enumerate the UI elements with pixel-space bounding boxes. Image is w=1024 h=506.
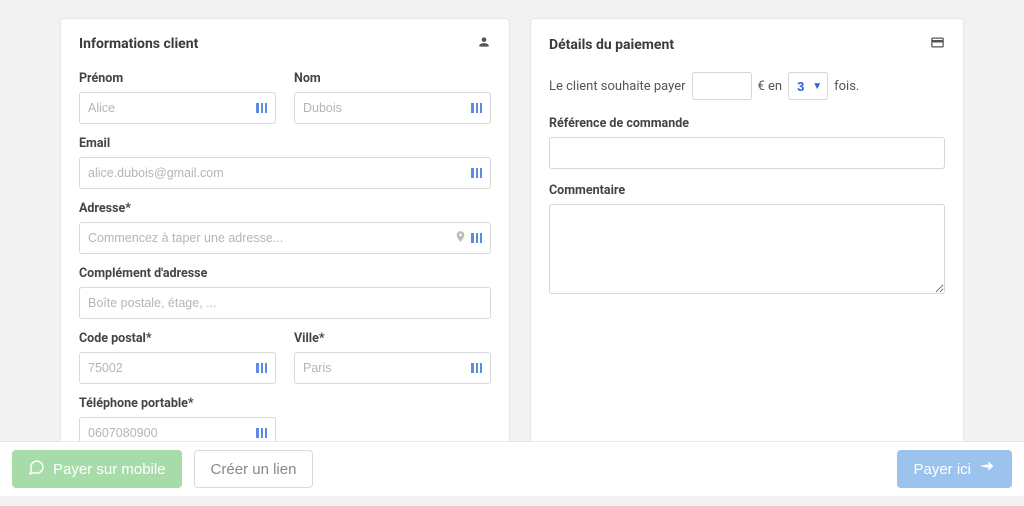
address-input[interactable] [79,222,491,254]
address2-input[interactable] [79,287,491,319]
email-input[interactable] [79,157,491,189]
user-icon [477,35,491,53]
city-input[interactable] [294,352,491,384]
share-arrow-icon [979,459,996,480]
firstname-label: Prénom [79,71,276,86]
comment-textarea[interactable] [549,204,945,294]
payment-card-header: Détails du paiement [549,35,945,54]
pay-here-button[interactable]: Payer ici [897,450,1012,488]
postcode-input[interactable] [79,352,276,384]
pay-line-suffix: fois. [834,79,859,94]
reference-label: Référence de commande [549,116,945,131]
payment-card-title: Détails du paiement [549,37,674,53]
email-label: Email [79,136,491,151]
payment-sentence: Le client souhaite payer € en 3 ▼ fois. [549,72,945,100]
create-link-button[interactable]: Créer un lien [194,450,314,488]
client-info-card: Informations client Prénom Nom [60,18,510,468]
postcode-label: Code postal* [79,331,276,346]
installments-select[interactable]: 3 [788,72,828,100]
credit-card-icon [930,35,945,54]
pay-line-prefix: Le client souhaite payer [549,79,686,94]
client-card-header: Informations client [79,35,491,53]
address-label: Adresse* [79,201,491,216]
pay-mobile-label: Payer sur mobile [53,461,166,478]
client-card-title: Informations client [79,36,198,52]
firstname-input[interactable] [79,92,276,124]
phone-label: Téléphone portable* [79,396,276,411]
pay-here-label: Payer ici [913,461,971,478]
comment-label: Commentaire [549,183,945,198]
amount-input[interactable] [692,72,752,100]
lastname-input[interactable] [294,92,491,124]
footer-bar: Payer sur mobile Créer un lien Payer ici [0,441,1024,496]
lastname-label: Nom [294,71,491,86]
payment-details-card: Détails du paiement Le client souhaite p… [530,18,964,468]
create-link-label: Créer un lien [211,461,297,478]
pay-mobile-button[interactable]: Payer sur mobile [12,450,182,488]
pay-line-currency: € en [758,79,783,94]
address2-label: Complément d'adresse [79,266,491,281]
reference-input[interactable] [549,137,945,169]
chat-icon [28,459,45,480]
city-label: Ville* [294,331,491,346]
